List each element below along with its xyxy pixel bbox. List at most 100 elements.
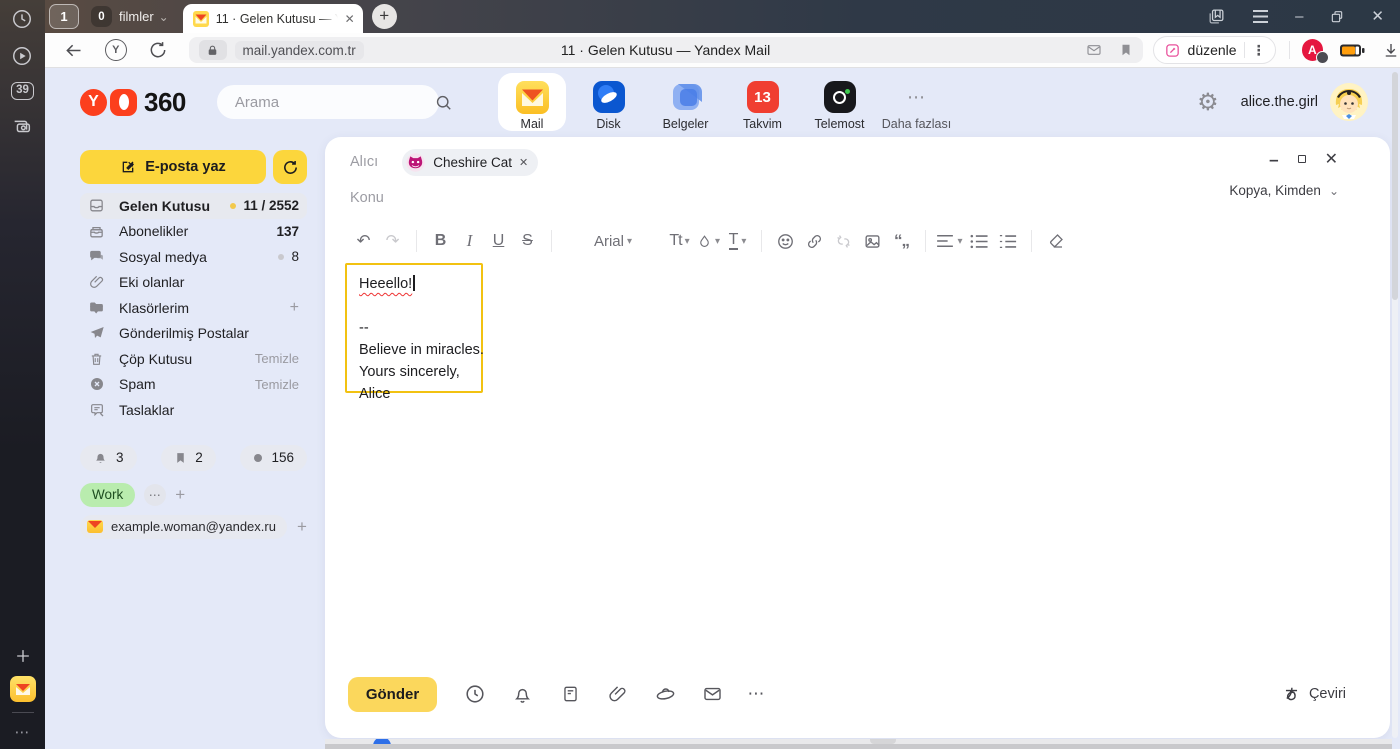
- lock-icon[interactable]: [199, 40, 227, 60]
- numbered-list-button[interactable]: [993, 226, 1022, 256]
- underline-button[interactable]: U: [484, 226, 513, 256]
- bold-button[interactable]: B: [426, 226, 455, 256]
- tab-group-filmler[interactable]: 0 filmler ⌄: [91, 6, 169, 27]
- folder-inbox[interactable]: Gelen Kutusu 11 / 2552: [80, 193, 307, 219]
- bookmarks-panel-icon[interactable]: [1207, 7, 1226, 26]
- search-input[interactable]: [235, 94, 434, 111]
- window-close-icon[interactable]: ✕: [1371, 9, 1384, 24]
- template-icon[interactable]: [558, 683, 582, 705]
- url-bar[interactable]: 11 · Gelen Kutusu — Yandex Mail mail.yan…: [189, 37, 1143, 63]
- app-belgeler[interactable]: Belgeler: [647, 73, 724, 131]
- unlink-button[interactable]: [829, 226, 858, 256]
- tabs-count-badge[interactable]: 39: [11, 82, 34, 100]
- compose-minimize-icon[interactable]: –: [1269, 151, 1278, 168]
- tab-counter-button[interactable]: 1: [49, 4, 79, 29]
- new-tab-button[interactable]: +: [372, 4, 397, 29]
- history-icon[interactable]: [11, 8, 33, 30]
- undo-icon[interactable]: ↶: [349, 226, 378, 256]
- screenshot-icon[interactable]: [11, 115, 33, 137]
- emoji-button[interactable]: [771, 226, 800, 256]
- play-icon[interactable]: [11, 45, 33, 67]
- unread-pill[interactable]: 156: [240, 445, 307, 471]
- url-mail-icon[interactable]: [1085, 42, 1103, 58]
- translate-button[interactable]: Çeviri: [1282, 685, 1346, 704]
- tag-work[interactable]: Work: [80, 483, 135, 507]
- attach-file-icon[interactable]: [606, 683, 630, 705]
- app-disk[interactable]: Disk: [570, 73, 647, 131]
- user-avatar[interactable]: [1330, 83, 1368, 121]
- search-icon[interactable]: [434, 93, 453, 112]
- edit-button[interactable]: düzenle ⋮: [1153, 36, 1276, 64]
- reload-icon[interactable]: [148, 40, 168, 60]
- envelope-icon[interactable]: [701, 684, 725, 704]
- app-telemost[interactable]: Telemost: [801, 73, 878, 131]
- refresh-mail-button[interactable]: [273, 150, 307, 184]
- font-size-button[interactable]: Tt▾: [665, 226, 694, 256]
- folder-subscriptions[interactable]: Abonelikler 137: [80, 219, 307, 245]
- yandex-browser-icon[interactable]: Y: [105, 39, 127, 61]
- folder-sent[interactable]: Gönderilmiş Postalar: [80, 321, 307, 347]
- folder-spam[interactable]: Spam Temizle: [80, 372, 307, 398]
- empty-trash-button[interactable]: Temizle: [255, 351, 299, 366]
- battery-extension-icon[interactable]: [1339, 43, 1365, 58]
- kebab-menu-icon[interactable]: ⋮: [1252, 42, 1266, 59]
- bookmark-icon[interactable]: [1119, 42, 1133, 58]
- folder-trash[interactable]: Çöp Kutusu Temizle: [80, 346, 307, 372]
- page-scrollbar[interactable]: [1392, 72, 1398, 738]
- rail-more-icon[interactable]: ⋯: [15, 723, 31, 741]
- empty-spam-button[interactable]: Temizle: [255, 377, 299, 392]
- add-account-button[interactable]: +: [297, 517, 307, 537]
- settings-gear-icon[interactable]: ⚙: [1197, 88, 1219, 117]
- add-folder-button[interactable]: +: [290, 299, 299, 317]
- remove-recipient-icon[interactable]: ✕: [519, 156, 528, 169]
- attach-from-disk-icon[interactable]: [653, 683, 677, 705]
- font-family-select[interactable]: Arial ▾: [561, 226, 665, 256]
- align-button[interactable]: ▾: [935, 226, 964, 256]
- redo-icon[interactable]: ↷: [378, 226, 407, 256]
- message-body[interactable]: Heeello! -- Believe in miracles. Yours s…: [345, 263, 483, 393]
- quote-button[interactable]: “„: [887, 226, 916, 256]
- yandex-mail-rail-icon[interactable]: [10, 676, 36, 702]
- window-minimize-icon[interactable]: –: [1295, 9, 1303, 24]
- window-restore-icon[interactable]: [1329, 9, 1345, 25]
- url-text[interactable]: mail.yandex.com.tr: [235, 41, 364, 60]
- notifications-pill[interactable]: 3: [80, 445, 137, 471]
- app-more[interactable]: ⋯ Daha fazlası: [878, 73, 955, 131]
- folder-drafts[interactable]: Taslaklar: [80, 397, 307, 423]
- tab-close-icon[interactable]: ✕: [345, 12, 355, 26]
- recipient-chip[interactable]: Cheshire Cat ✕: [402, 149, 538, 176]
- active-tab[interactable]: 11 · Gelen Kutusu — Yan ✕: [183, 4, 363, 33]
- tag-more-icon[interactable]: ⋯: [144, 484, 166, 506]
- clear-formatting-button[interactable]: [1041, 226, 1070, 256]
- compose-expand-icon[interactable]: [1298, 155, 1306, 163]
- folder-social[interactable]: Sosyal medya 8: [80, 244, 307, 270]
- insert-image-button[interactable]: [858, 226, 887, 256]
- extension-a-icon[interactable]: A: [1302, 39, 1323, 61]
- chevron-down-icon[interactable]: ⌄: [159, 10, 169, 24]
- bookmarks-pill[interactable]: 2: [161, 445, 216, 471]
- downloads-icon[interactable]: [1382, 41, 1400, 59]
- folder-attachments[interactable]: Eki olanlar: [80, 270, 307, 296]
- app-takvim[interactable]: 13 Takvim: [724, 73, 801, 131]
- schedule-send-icon[interactable]: [463, 683, 487, 705]
- yandex-360-logo[interactable]: Y 360: [80, 87, 186, 118]
- add-tag-button[interactable]: +: [175, 485, 185, 505]
- back-icon[interactable]: [63, 40, 84, 61]
- highlight-color-button[interactable]: ▾: [694, 226, 723, 256]
- add-panel-icon[interactable]: [13, 646, 33, 666]
- scrollbar-thumb[interactable]: [1392, 72, 1398, 300]
- bullet-list-button[interactable]: [964, 226, 993, 256]
- link-button[interactable]: [800, 226, 829, 256]
- username-label[interactable]: alice.the.girl: [1241, 94, 1318, 110]
- text-color-button[interactable]: T▾: [723, 226, 752, 256]
- strikethrough-button[interactable]: S: [513, 226, 542, 256]
- folder-my-folders[interactable]: Klasörlerim +: [80, 295, 307, 321]
- browser-menu-icon[interactable]: [1252, 9, 1269, 24]
- compose-close-icon[interactable]: ✕: [1325, 149, 1338, 169]
- subject-input[interactable]: [350, 190, 1220, 206]
- search-bar[interactable]: [217, 85, 439, 119]
- more-options-icon[interactable]: ⋯: [748, 684, 767, 704]
- italic-button[interactable]: I: [455, 226, 484, 256]
- account-pill[interactable]: example.woman@yandex.ru: [80, 515, 287, 539]
- compose-button[interactable]: E-posta yaz: [80, 150, 266, 184]
